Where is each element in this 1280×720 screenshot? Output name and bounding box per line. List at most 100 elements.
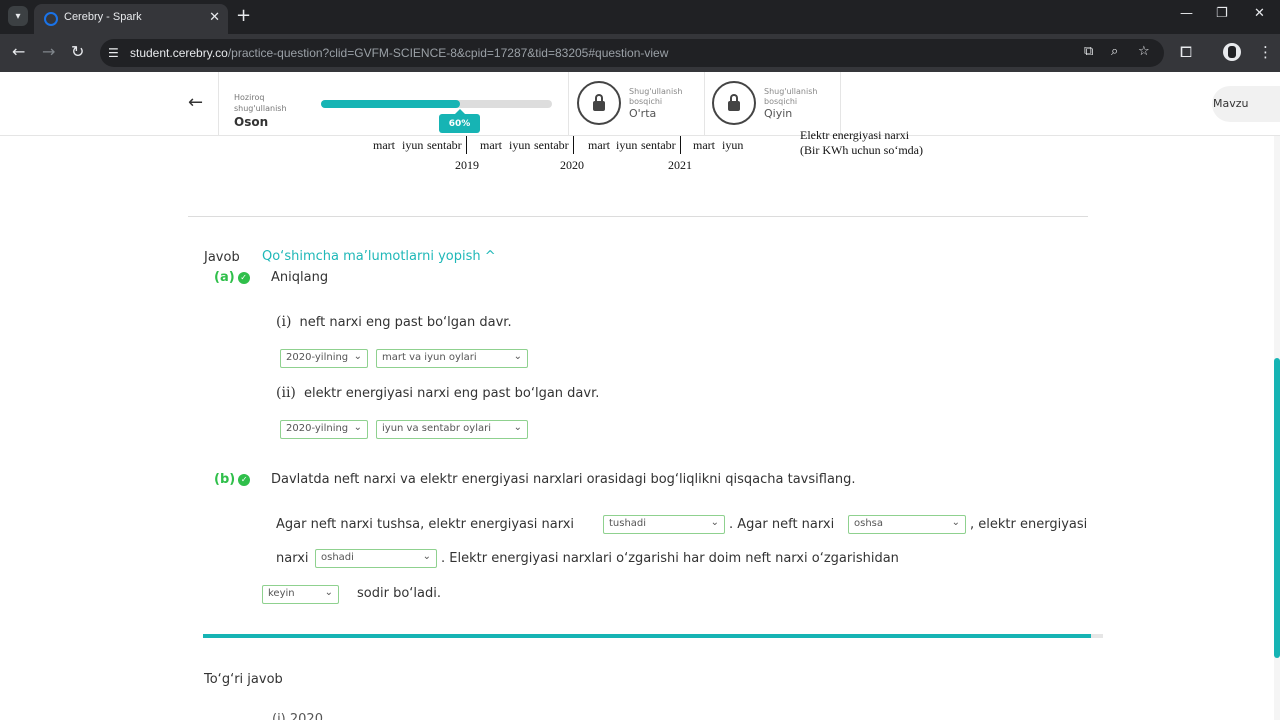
back-arrow-icon[interactable]: ←: [188, 92, 203, 113]
answer-heading: Javob: [204, 250, 240, 265]
level-2-caption: Shug'ullanish bosqichi: [629, 87, 683, 106]
question-a-ii: (ii) elektr energiyasi narxi eng past bo…: [276, 385, 600, 401]
page-scrollbar[interactable]: [1274, 136, 1280, 720]
year-dropdown[interactable]: 2020-yilning ⌄: [280, 420, 368, 439]
part-a-label: (a) ✓: [214, 270, 250, 285]
lock-icon: [712, 81, 756, 125]
chevron-down-icon: ⌄: [353, 422, 362, 433]
new-tab-icon[interactable]: +: [236, 6, 251, 26]
month-label: iyun: [616, 138, 638, 152]
back-icon[interactable]: ←: [12, 43, 25, 61]
lock-icon: [577, 81, 621, 125]
month-label: sentabr: [534, 138, 569, 152]
year-dropdown[interactable]: 2020-yilning ⌄: [280, 349, 368, 368]
legend-label: Elektr energiyasi narxi: [800, 128, 910, 142]
month-label: iyun: [509, 138, 531, 152]
browser-tabbar: ▾ Cerebry - Spark ✕ + — ❐ ✕: [0, 0, 1280, 34]
answer-progress-fill: [203, 634, 1091, 638]
part-a-instruction: Aniqlang: [271, 270, 329, 285]
section-divider: [188, 216, 1088, 217]
sentence-part: . Elektr energiyasi narxlari o‘zgarishi …: [441, 551, 899, 566]
topic-button[interactable]: Mavzu: [1212, 86, 1280, 122]
answer-dropdown[interactable]: oshsa ⌄: [848, 515, 966, 534]
tab-search-icon[interactable]: ▾: [8, 6, 28, 26]
legend-unit: (Bir KWh uchun so‘mda): [800, 143, 923, 157]
current-level-name: Oson: [234, 115, 269, 129]
scrollbar-thumb[interactable]: [1274, 358, 1280, 658]
level-3-caption: Shug'ullanish bosqichi: [764, 87, 818, 106]
sentence-part: narxi: [276, 551, 309, 566]
site-info-icon[interactable]: ☰: [108, 46, 119, 60]
chevron-down-icon: ⌄: [951, 517, 960, 528]
close-window-icon[interactable]: ✕: [1254, 6, 1265, 21]
chevron-down-icon: ⌄: [513, 422, 522, 433]
level-3-name: Qiyin: [764, 107, 793, 120]
chevron-down-icon: ⌄: [422, 551, 431, 562]
hide-details-link[interactable]: Qo‘shimcha ma’lumotlarni yopish ^: [262, 249, 496, 264]
months-dropdown[interactable]: iyun va sentabr oylari ⌄: [376, 420, 528, 439]
level-progress-fill: [321, 100, 460, 108]
month-label: iyun: [402, 138, 424, 152]
answer-dropdown[interactable]: keyin ⌄: [262, 585, 339, 604]
browser-tab[interactable]: Cerebry - Spark ✕: [34, 4, 228, 34]
check-icon: ✓: [238, 474, 251, 486]
bookmark-star-icon[interactable]: ☆: [1138, 44, 1150, 59]
chevron-down-icon: ⌄: [710, 517, 719, 528]
extensions-icon[interactable]: ⧠: [1180, 43, 1192, 61]
chevron-down-icon: ⌄: [353, 351, 362, 362]
axis-tick: [573, 136, 574, 154]
forward-icon[interactable]: →: [42, 43, 55, 61]
divider: [218, 72, 219, 136]
year-label: 2021: [668, 158, 692, 172]
chevron-down-icon: ⌄: [513, 351, 522, 362]
year-label: 2019: [455, 158, 479, 172]
month-label: iyun: [722, 138, 744, 152]
year-label: 2020: [560, 158, 584, 172]
profile-avatar[interactable]: [1223, 43, 1241, 61]
sentence-part: sodir bo‘ladi.: [357, 586, 441, 601]
month-label: sentabr: [641, 138, 676, 152]
url-text: student.cerebry.co/practice-question?cli…: [130, 46, 669, 60]
practice-header: ← Hoziroq shug'ullanish Oson 60% Shug'ul…: [0, 72, 1280, 136]
current-level-caption: Hoziroq shug'ullanish: [234, 93, 287, 113]
translate-icon[interactable]: ⧉: [1084, 44, 1093, 59]
restore-icon[interactable]: ❐: [1216, 6, 1228, 21]
correct-answer-line: (i) 2020: [272, 712, 323, 720]
axis-tick: [466, 136, 467, 154]
tab-title: Cerebry - Spark: [64, 11, 142, 23]
divider: [704, 72, 705, 136]
correct-answer-heading: To‘g‘ri javob: [204, 672, 283, 687]
chevron-down-icon: ⌄: [324, 587, 333, 598]
menu-icon[interactable]: ⋮: [1258, 43, 1273, 61]
answer-dropdown[interactable]: oshadi ⌄: [315, 549, 437, 568]
question-a-i: (i) neft narxi eng past bo‘lgan davr.: [276, 314, 512, 330]
address-bar-row: ← → ↻ ☰ student.cerebry.co/practice-ques…: [0, 34, 1280, 72]
sentence-part: . Agar neft narxi: [729, 517, 835, 532]
chart-fragment: mart iyun sentabr mart iyun sentabr mart…: [360, 128, 960, 176]
level-progress-bar: [321, 100, 552, 108]
month-label: mart: [588, 138, 610, 152]
divider: [568, 72, 569, 136]
month-label: sentabr: [427, 138, 462, 152]
minimize-icon[interactable]: —: [1180, 6, 1193, 21]
month-label: mart: [693, 138, 715, 152]
part-b-prompt: Davlatda neft narxi va elektr energiyasi…: [271, 472, 856, 487]
sentence-part: Agar neft narxi tushsa, elektr energiyas…: [276, 517, 575, 532]
check-icon: ✓: [237, 272, 250, 284]
month-label: mart: [373, 138, 395, 152]
reload-icon[interactable]: ↻: [71, 43, 84, 61]
sentence-part: , elektr energiyasi: [970, 517, 1088, 532]
close-tab-icon[interactable]: ✕: [209, 10, 220, 25]
answer-dropdown[interactable]: tushadi ⌄: [603, 515, 725, 534]
month-label: mart: [480, 138, 502, 152]
level-2-name: O'rta: [629, 107, 657, 120]
axis-tick: [680, 136, 681, 154]
months-dropdown[interactable]: mart va iyun oylari ⌄: [376, 349, 528, 368]
zoom-icon[interactable]: ⌕: [1111, 44, 1118, 59]
divider: [840, 72, 841, 136]
favicon-icon: [44, 12, 58, 26]
part-b-label: (b) ✓: [214, 472, 251, 487]
url-field[interactable]: ☰ student.cerebry.co/practice-question?c…: [100, 39, 1164, 67]
answer-progress-bar: [203, 634, 1103, 638]
progress-badge: 60%: [439, 109, 480, 133]
